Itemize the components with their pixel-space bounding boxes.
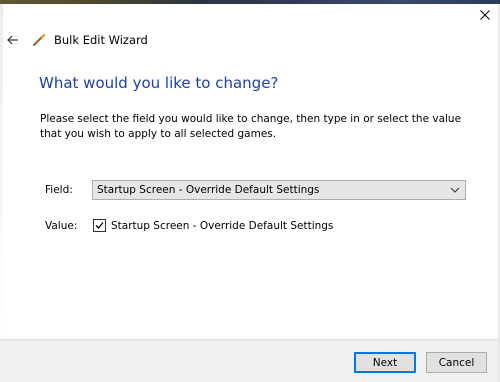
wizard-footer [0, 339, 498, 382]
close-button[interactable] [470, 4, 500, 26]
window-left-edge [0, 4, 3, 346]
field-label: Field: [45, 184, 73, 196]
field-dropdown-value: Startup Screen - Override Default Settin… [97, 184, 320, 196]
instructions-text: Please select the field you would like t… [40, 113, 462, 140]
close-icon [480, 10, 490, 20]
value-checkbox-label[interactable]: Startup Screen - Override Default Settin… [111, 220, 333, 232]
page-heading: What would you like to change? [39, 74, 279, 92]
value-checkbox[interactable] [93, 219, 106, 232]
back-arrow-icon [7, 35, 18, 45]
bulk-edit-wizard-window: Bulk Edit Wizard What would you like to … [0, 0, 500, 382]
wand-icon [32, 33, 46, 47]
back-button[interactable] [4, 31, 22, 49]
value-label: Value: [45, 220, 78, 232]
next-button[interactable]: Next [354, 352, 416, 373]
chevron-down-icon [450, 187, 460, 193]
background-strip [0, 0, 500, 4]
cancel-button[interactable]: Cancel [426, 352, 487, 373]
field-dropdown[interactable]: Startup Screen - Override Default Settin… [92, 180, 466, 200]
window-title: Bulk Edit Wizard [54, 33, 148, 47]
checkmark-icon [95, 222, 104, 229]
